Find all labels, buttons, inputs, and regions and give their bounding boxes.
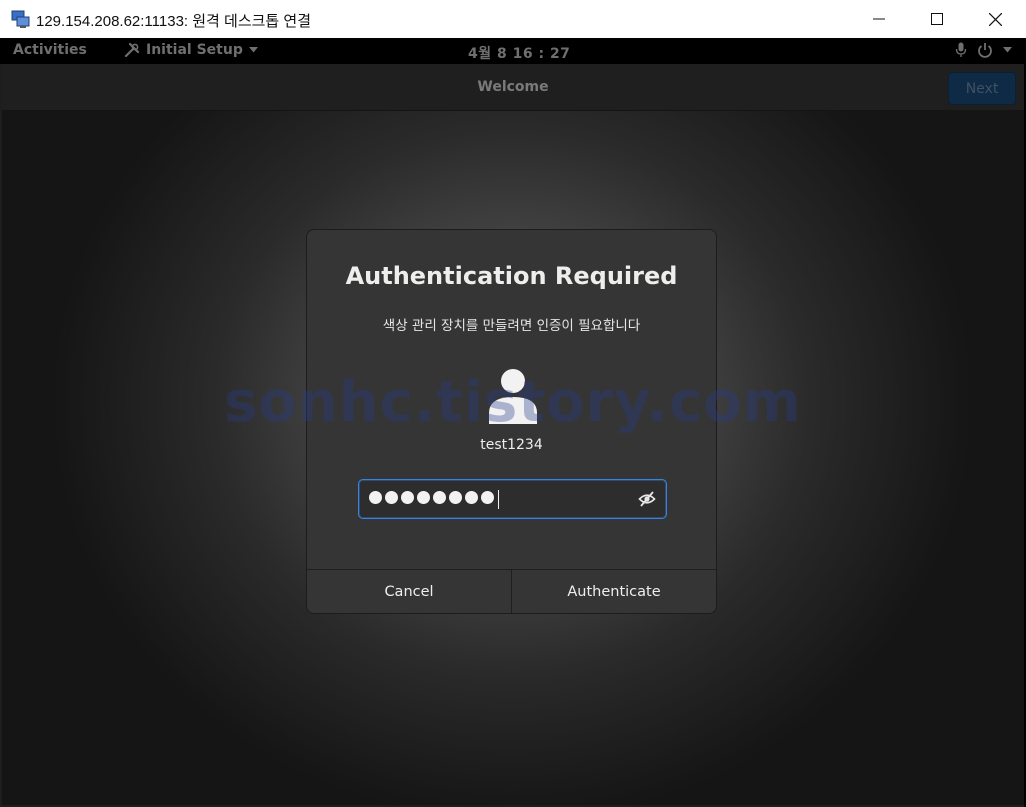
text-cursor <box>498 490 499 509</box>
authentication-dialog: Authentication Required 색상 관리 장치를 만들려면 인… <box>306 229 717 614</box>
chevron-down-icon <box>1003 47 1012 53</box>
cancel-button[interactable]: Cancel <box>307 570 511 613</box>
minimize-button[interactable] <box>850 0 908 38</box>
maximize-icon <box>931 13 943 25</box>
dialog-message: 색상 관리 장치를 만들려면 인증이 필요합니다 <box>382 318 641 334</box>
chevron-down-icon <box>248 47 258 53</box>
page-title: Welcome <box>477 79 549 95</box>
close-button[interactable] <box>966 0 1024 38</box>
password-dot <box>465 491 478 504</box>
next-button: Next <box>948 72 1016 105</box>
close-icon <box>988 12 1002 26</box>
maximize-button[interactable] <box>908 0 966 38</box>
password-dot <box>369 491 382 504</box>
password-dot <box>385 491 398 504</box>
minimize-icon <box>873 18 885 20</box>
dialog-title: Authentication Required <box>345 262 678 290</box>
remote-desktop-icon <box>11 10 30 28</box>
microphone-icon <box>955 42 967 57</box>
password-dot <box>401 491 414 504</box>
app-headerbar: Welcome Next <box>2 64 1024 111</box>
activities-button[interactable]: Activities <box>13 42 87 58</box>
password-dot <box>417 491 430 504</box>
dialog-button-row: Cancel Authenticate <box>307 569 716 613</box>
password-mask <box>369 490 499 509</box>
password-dot <box>433 491 446 504</box>
clock[interactable]: 4월 8 16 : 27 <box>468 43 570 63</box>
reveal-password-icon[interactable] <box>638 490 656 508</box>
authenticate-button[interactable]: Authenticate <box>511 570 716 613</box>
password-input[interactable] <box>358 479 667 519</box>
system-menu[interactable] <box>955 42 1012 58</box>
rdp-window-titlebar: 129.154.208.62:11133: 원격 데스크톱 연결 <box>0 0 1026 39</box>
password-dot <box>449 491 462 504</box>
password-dot <box>481 491 494 504</box>
user-avatar-icon <box>489 369 537 424</box>
username-label: test1234 <box>480 437 543 453</box>
window-title: 129.154.208.62:11133: 원격 데스크톱 연결 <box>36 13 311 30</box>
app-menu[interactable]: Initial Setup <box>124 42 258 58</box>
app-menu-label: Initial Setup <box>146 42 243 58</box>
gnome-top-bar: Activities Initial Setup 4월 8 16 : 27 <box>0 38 1026 64</box>
tools-icon <box>124 42 140 58</box>
power-icon <box>978 43 992 58</box>
